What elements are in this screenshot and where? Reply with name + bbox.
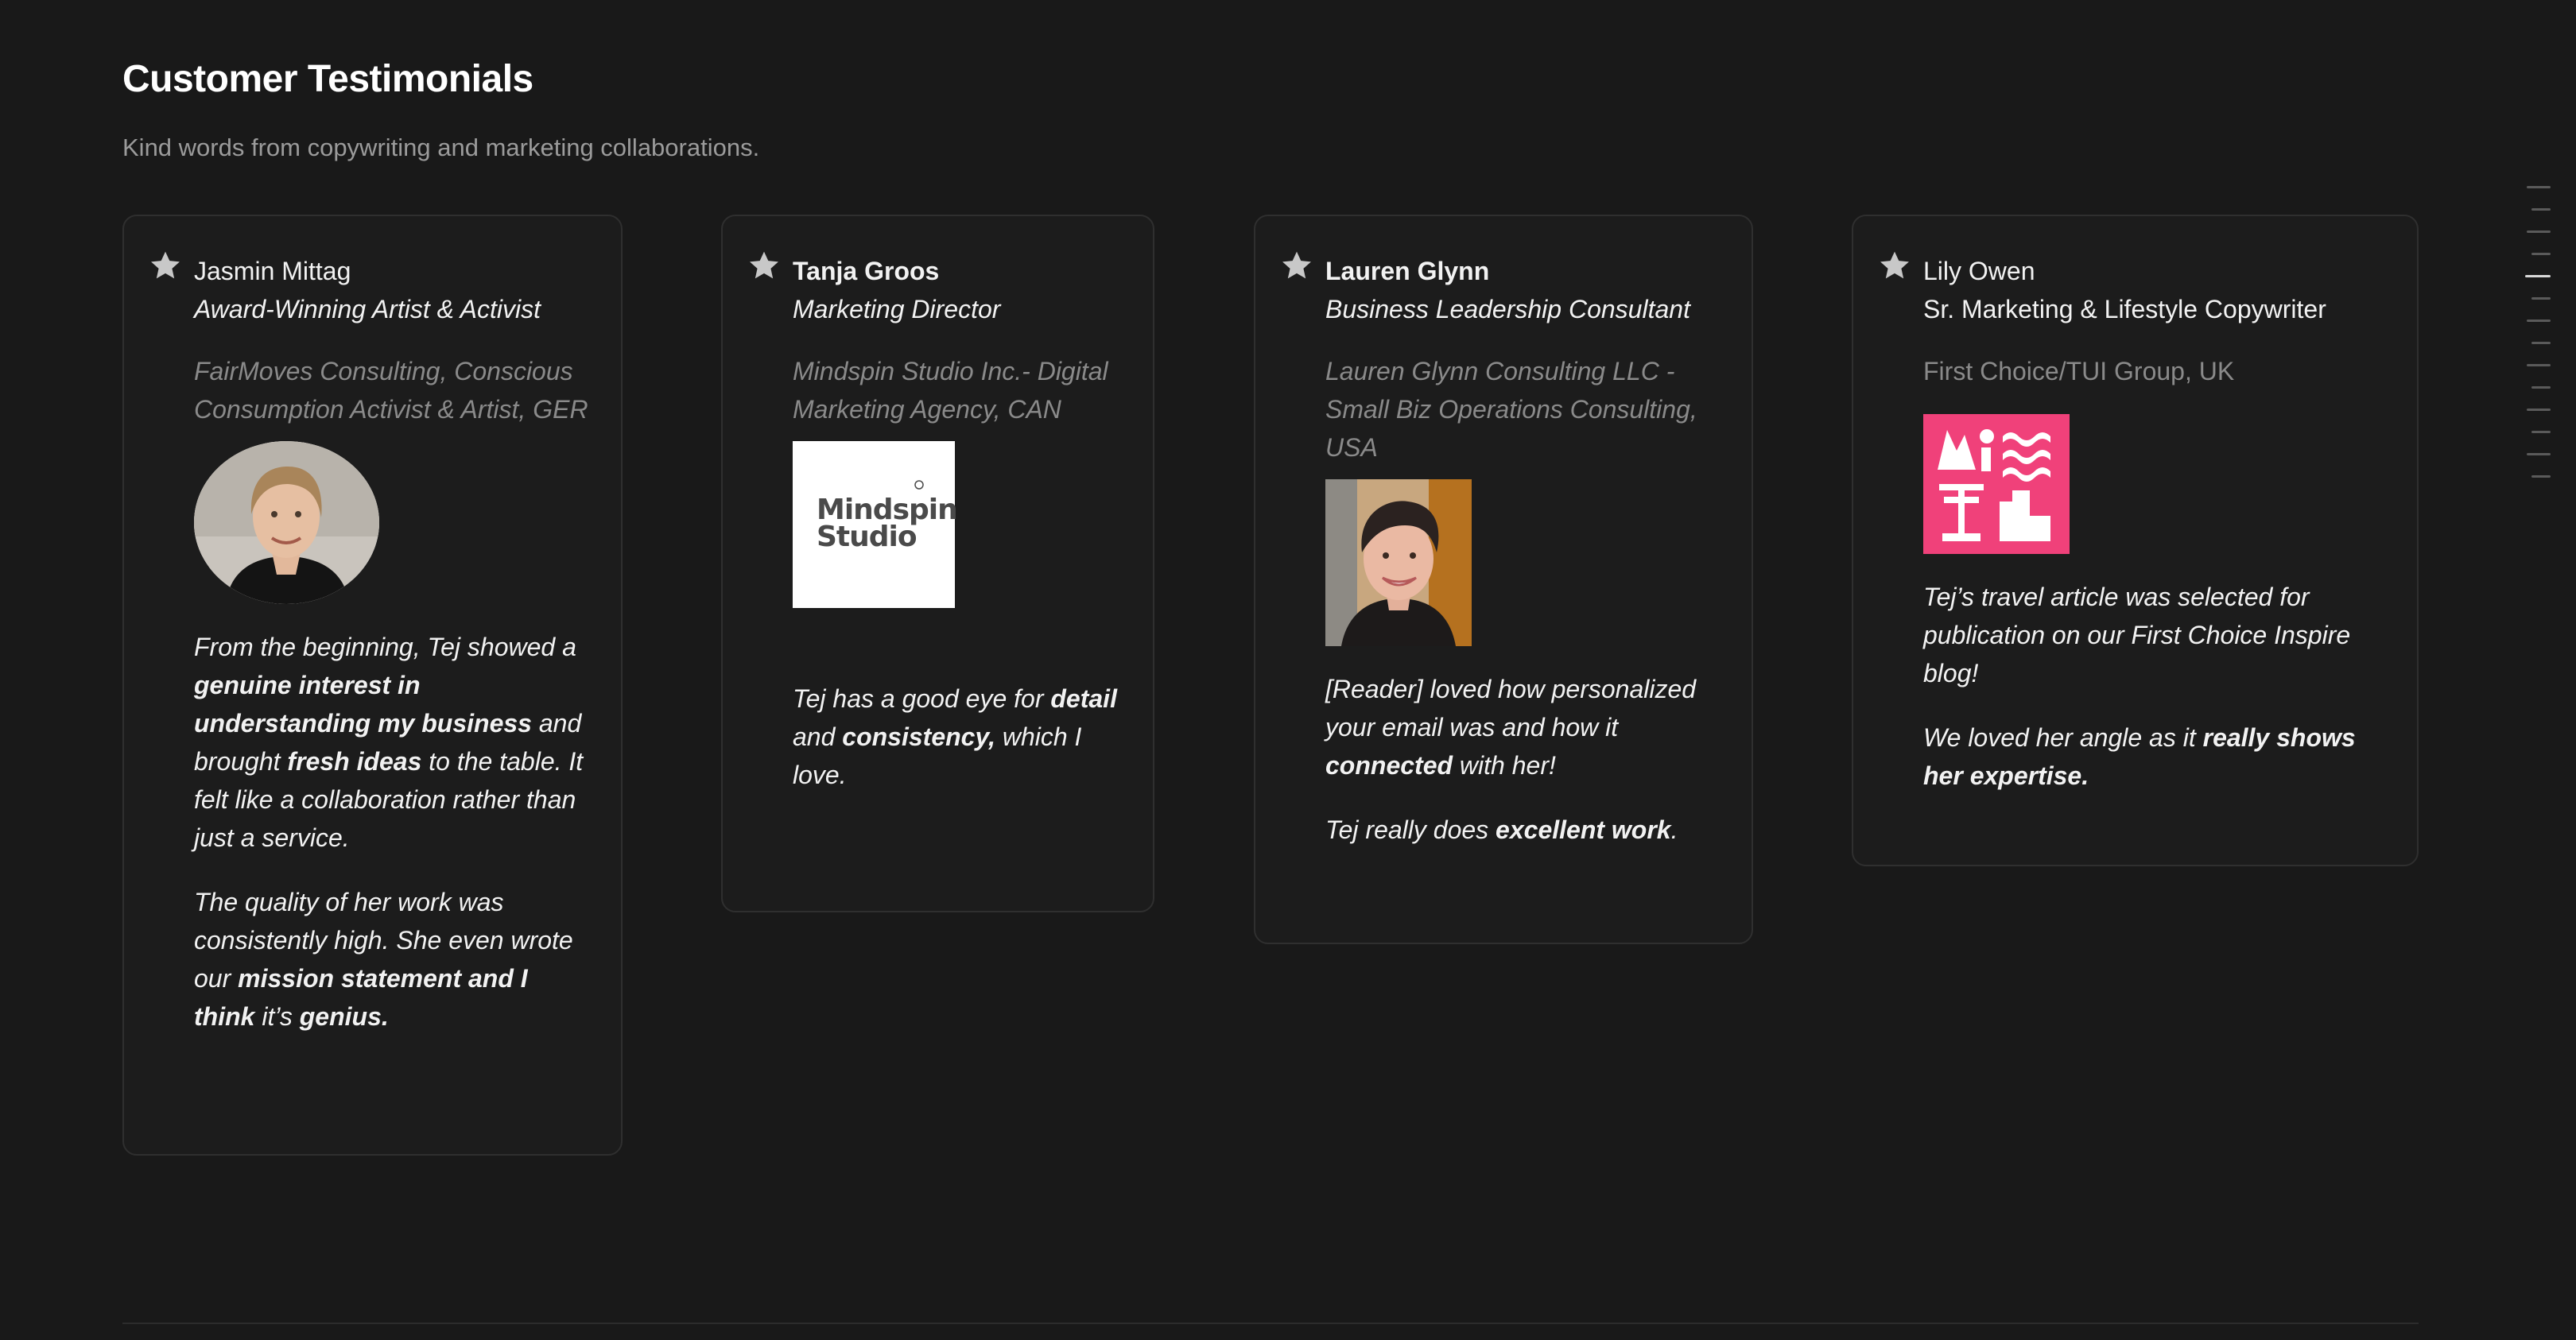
section-index-tick[interactable] bbox=[2531, 253, 2551, 255]
testimonial-quote: [Reader] loved how personalized your ema… bbox=[1325, 670, 1720, 849]
quote-paragraph: Tej really does excellent work. bbox=[1325, 815, 1678, 844]
testimonial-card-tanja-groos: Tanja Groos Marketing Director Mindspin … bbox=[721, 215, 1154, 912]
star-icon bbox=[1877, 248, 1912, 283]
quote-paragraph: The quality of her work was consistently… bbox=[194, 888, 573, 1031]
section-index-tick[interactable] bbox=[2531, 297, 2551, 300]
section-index-tick[interactable] bbox=[2527, 230, 2551, 233]
testimonial-role: Marketing Director bbox=[793, 295, 1001, 323]
first-choice-logo bbox=[1923, 414, 2070, 554]
quote-paragraph: [Reader] loved how personalized your ema… bbox=[1325, 675, 1697, 780]
testimonial-name: Jasmin Mittag bbox=[194, 257, 351, 285]
testimonial-quote: Tej has a good eye for detail and consis… bbox=[793, 680, 1121, 794]
avatar-jasmin-mittag bbox=[194, 441, 379, 604]
section-index-tick[interactable] bbox=[2527, 409, 2551, 411]
avatar-lauren-glynn bbox=[1325, 479, 1472, 646]
testimonial-name: Lily Owen bbox=[1923, 257, 2035, 285]
testimonial-company: FairMoves Consulting, Conscious Consumpt… bbox=[194, 357, 588, 424]
logo-text-line: Studio bbox=[817, 521, 918, 553]
section-index-tick[interactable] bbox=[2527, 453, 2551, 455]
quote-paragraph: From the beginning, Tej showed a genuine… bbox=[194, 633, 584, 852]
testimonial-company: First Choice/TUI Group, UK bbox=[1923, 357, 2235, 385]
quote-paragraph: Tej has a good eye for detail and consis… bbox=[793, 684, 1117, 789]
testimonial-role: Award-Winning Artist & Activist bbox=[194, 295, 541, 323]
star-icon bbox=[747, 248, 782, 283]
quote-paragraph: Tej’s travel article was selected for pu… bbox=[1923, 583, 2351, 687]
testimonial-role: Business Leadership Consultant bbox=[1325, 295, 1690, 323]
star-icon bbox=[1279, 248, 1314, 283]
section-index-tick[interactable] bbox=[2527, 320, 2551, 322]
testimonial-card-jasmin-mittag: Jasmin Mittag Award-Winning Artist & Act… bbox=[122, 215, 623, 1156]
section-index-ticks[interactable] bbox=[2524, 183, 2551, 485]
testimonial-quote: From the beginning, Tej showed a genuine… bbox=[194, 628, 589, 1036]
testimonial-role: Sr. Marketing & Lifestyle Copywriter bbox=[1923, 295, 2326, 323]
section-index-tick-active[interactable] bbox=[2525, 275, 2551, 277]
section-index-tick[interactable] bbox=[2531, 431, 2551, 433]
testimonials-page: Customer Testimonials Kind words from co… bbox=[0, 0, 2576, 1340]
testimonial-quote: Tej’s travel article was selected for pu… bbox=[1923, 578, 2385, 795]
section-index-tick[interactable] bbox=[2527, 364, 2551, 366]
section-index-tick[interactable] bbox=[2527, 186, 2551, 188]
section-index-tick[interactable] bbox=[2531, 342, 2551, 344]
section-index-tick[interactable] bbox=[2531, 386, 2551, 389]
testimonial-name: Lauren Glynn bbox=[1325, 257, 1490, 285]
testimonial-company: Mindspin Studio Inc.- Digital Marketing … bbox=[793, 357, 1108, 424]
page-subtitle: Kind words from copywriting and marketin… bbox=[122, 134, 760, 161]
testimonial-name: Tanja Groos bbox=[793, 257, 940, 285]
testimonial-card-lily-owen: Lily Owen Sr. Marketing & Lifestyle Copy… bbox=[1852, 215, 2419, 866]
quote-paragraph: We loved her angle as it really shows he… bbox=[1923, 723, 2356, 790]
mindspin-studio-logo: Mindspin Studio bbox=[793, 441, 958, 608]
section-divider bbox=[122, 1323, 2419, 1324]
testimonial-card-lauren-glynn: Lauren Glynn Business Leadership Consult… bbox=[1254, 215, 1753, 944]
section-index-tick[interactable] bbox=[2531, 475, 2551, 478]
section-index-tick[interactable] bbox=[2531, 208, 2551, 211]
testimonial-company: Lauren Glynn Consulting LLC - Small Biz … bbox=[1325, 357, 1697, 462]
star-icon bbox=[148, 248, 183, 283]
page-title: Customer Testimonials bbox=[122, 58, 533, 100]
